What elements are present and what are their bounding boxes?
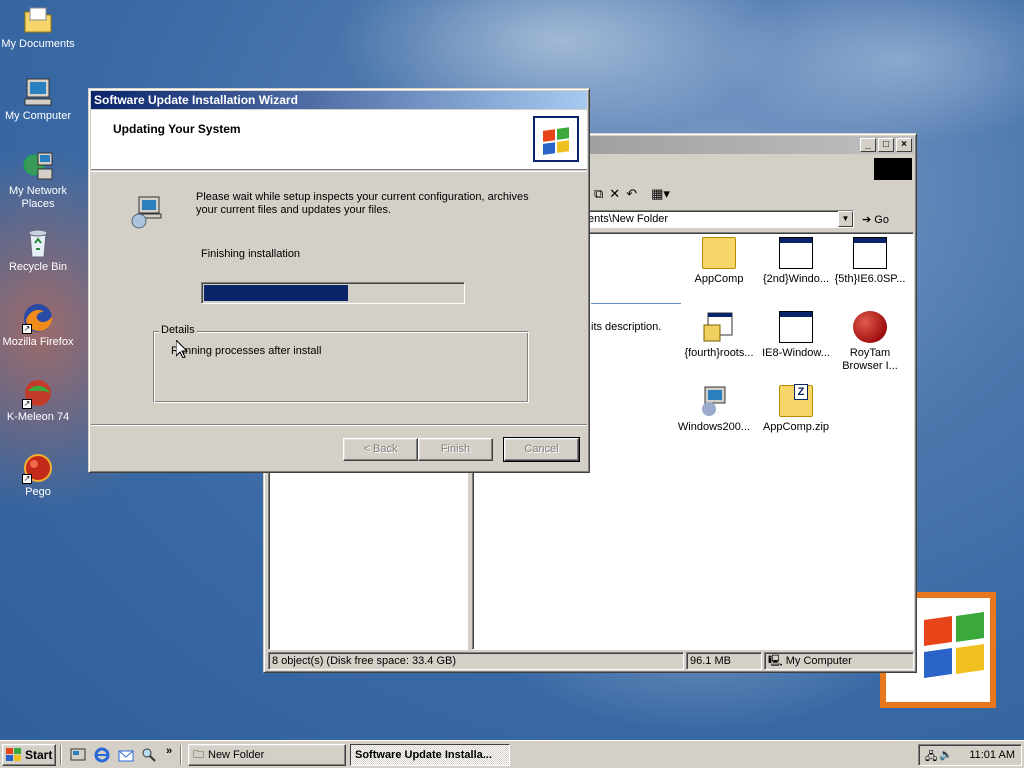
back-button[interactable]: < Back — [343, 438, 418, 461]
wizard-title: Software Update Installation Wizard — [94, 93, 298, 107]
recycle-bin-icon — [22, 227, 54, 259]
file-item[interactable]: AppComp — [680, 237, 758, 286]
desktop-icon-my-network-places[interactable]: My Network Places — [0, 151, 76, 211]
details-group — [153, 331, 529, 403]
red-ball-icon — [853, 311, 887, 343]
pego-icon: ↗ — [22, 452, 54, 484]
taskbar: Start » 🗀 New Folder Software Update Ins… — [0, 740, 1024, 768]
cancel-button[interactable]: Cancel — [503, 437, 580, 462]
desktop-icon-my-computer[interactable]: My Computer — [0, 76, 76, 123]
network-tray-icon[interactable]: 🖧 — [925, 748, 937, 767]
task-button-new-folder[interactable]: 🗀 New Folder — [188, 744, 346, 766]
taskbar-separator — [180, 745, 182, 765]
system-tray: 🖧 🔈 11:01 AM — [918, 744, 1022, 766]
go-button[interactable]: ➔ Go — [862, 213, 889, 226]
mouse-cursor-icon — [175, 338, 189, 361]
pane-divider — [591, 303, 681, 304]
internet-explorer-icon[interactable] — [94, 747, 110, 763]
volume-tray-icon[interactable]: 🔈 — [939, 748, 953, 767]
close-button[interactable]: × — [896, 138, 912, 152]
app-window-icon — [779, 311, 813, 343]
firefox-icon: ↗ — [22, 302, 54, 334]
setup-computer-icon — [129, 195, 163, 232]
details-label: Details — [159, 324, 197, 336]
minimize-button[interactable]: _ — [860, 138, 876, 152]
desktop-icon-mozilla-firefox[interactable]: ↗ Mozilla Firefox — [0, 302, 76, 349]
computer-icon: 🖳 — [768, 655, 783, 667]
finish-button[interactable]: Finish — [418, 438, 493, 461]
details-text: Running processes after install — [171, 345, 322, 357]
desktop-icon-k-meleon[interactable]: ↗ K-Meleon 74 — [0, 377, 76, 424]
address-bar: ents\New Folder ▼ ➔ Go — [584, 208, 914, 230]
wizard-message: Please wait while setup inspects your cu… — [196, 191, 529, 216]
start-button[interactable]: Start — [2, 744, 56, 766]
explorer-statusbar: 8 object(s) (Disk free space: 33.4 GB) 9… — [268, 652, 914, 670]
windows-throbber-icon — [874, 158, 912, 180]
file-item[interactable]: {2nd}Windo... — [757, 237, 835, 286]
file-item[interactable]: IE8-Window... — [757, 311, 835, 360]
computer-icon — [22, 76, 54, 108]
search-icon[interactable] — [141, 747, 157, 763]
windows-flag-icon — [6, 748, 22, 762]
shortcut-arrow-icon: ↗ — [22, 474, 32, 484]
file-item[interactable]: Z AppComp.zip — [757, 384, 835, 434]
status-objects: 8 object(s) (Disk free space: 33.4 GB) — [268, 652, 684, 670]
wizard-titlebar[interactable]: Software Update Installation Wizard — [91, 91, 587, 109]
network-icon — [22, 151, 54, 183]
progress-fill — [204, 285, 348, 301]
task-button-software-update[interactable]: Software Update Installa... — [350, 744, 510, 766]
outlook-express-icon[interactable] — [118, 747, 134, 763]
installer-icon — [702, 311, 736, 343]
shortcut-arrow-icon: ↗ — [22, 324, 32, 334]
status-zone: 🖳 My Computer — [764, 652, 914, 670]
folder-icon — [22, 4, 54, 36]
address-dropdown-icon[interactable]: ▼ — [838, 211, 853, 227]
clock[interactable]: 11:01 AM — [969, 749, 1015, 761]
quick-launch-overflow-icon[interactable]: » — [166, 745, 172, 757]
wizard-heading: Updating Your System — [113, 122, 241, 136]
progress-bar — [201, 282, 465, 304]
zip-folder-icon: Z — [779, 384, 813, 417]
delete-icon[interactable]: ✕ — [609, 186, 620, 202]
copy-to-icon[interactable]: ⧉ — [594, 186, 603, 202]
maximize-button[interactable]: □ — [878, 138, 894, 152]
desktop-icon-pego[interactable]: ↗ Pego — [0, 452, 76, 499]
desktop-icon-my-documents[interactable]: My Documents — [0, 4, 76, 51]
pane-description: its description. — [591, 321, 662, 333]
wizard-header: Updating Your System — [91, 110, 587, 170]
file-item[interactable]: Windows200... — [669, 385, 759, 434]
app-window-icon — [853, 237, 887, 269]
folder-icon — [702, 237, 736, 269]
explorer-toolbar: ⧉ ✕ ↶ ▦▾ — [594, 184, 670, 204]
k-meleon-icon: ↗ — [22, 377, 54, 409]
windows-logo-icon — [533, 116, 579, 162]
taskbar-separator — [60, 745, 62, 765]
undo-icon[interactable]: ↶ — [626, 186, 637, 202]
show-desktop-icon[interactable] — [70, 747, 86, 763]
setup-wizard-dialog[interactable]: Software Update Installation Wizard Upda… — [88, 88, 590, 473]
app-window-icon — [779, 237, 813, 269]
shortcut-arrow-icon: ↗ — [22, 399, 32, 409]
folder-search-icon: 🗀 — [193, 748, 204, 761]
file-item[interactable]: {fourth}roots... — [680, 311, 758, 360]
button-separator — [91, 424, 587, 426]
views-icon[interactable]: ▦▾ — [651, 186, 670, 202]
progress-status: Finishing installation — [201, 248, 301, 260]
file-item[interactable]: RoyTam Browser I... — [831, 311, 909, 373]
desktop-icon-recycle-bin[interactable]: Recycle Bin — [0, 227, 76, 274]
file-item[interactable]: {5th}IE6.0SP... — [831, 237, 909, 286]
status-size: 96.1 MB — [686, 652, 762, 670]
address-input[interactable]: ents\New Folder ▼ — [584, 210, 854, 228]
setup-icon — [697, 385, 731, 417]
header-separator — [91, 171, 587, 172]
